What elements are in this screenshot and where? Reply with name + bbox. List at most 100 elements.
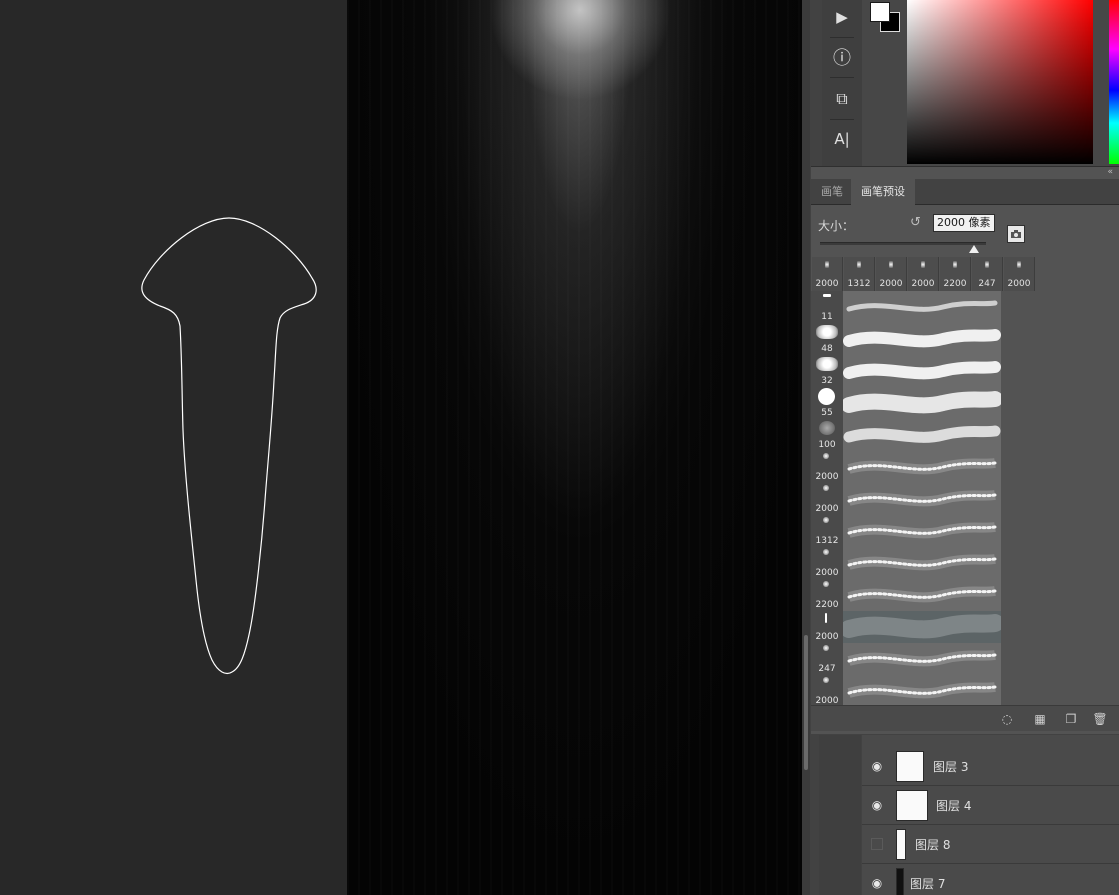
brush-tip-icon (818, 388, 835, 405)
brush-preset-row[interactable]: 2000 (811, 483, 1001, 515)
layer-row[interactable]: ◉ 图层 4 (862, 786, 1119, 825)
new-preset-icon[interactable]: ❐ (1063, 711, 1079, 727)
brush-size-label: 32 (821, 376, 833, 386)
recent-brush-size: 2000 (1007, 279, 1031, 289)
layers-left-strip (819, 735, 861, 895)
brush-stroke-preview (843, 483, 1001, 515)
brush-tip-thumbnail: 2000 (811, 483, 843, 515)
hue-slider[interactable] (1109, 0, 1119, 164)
visibility-eye-icon[interactable]: ◉ (870, 876, 884, 890)
visibility-eye-icon[interactable]: ◉ (870, 759, 884, 773)
brush-stroke-preview (843, 515, 1001, 547)
brush-tip-thumbnail: 2000 (811, 547, 843, 579)
brush-preset-row[interactable]: 1312 (811, 515, 1001, 547)
layer-row[interactable]: 图层 8 (862, 825, 1119, 864)
recent-brush-cell[interactable]: 2000 (876, 257, 907, 291)
brush-stroke-preview (843, 547, 1001, 579)
transform-icon[interactable]: ⧉ (826, 84, 858, 114)
recent-brush-cell[interactable]: 2200 (940, 257, 971, 291)
brush-preset-row[interactable]: 48 (811, 323, 1001, 355)
brush-tip-icon (823, 677, 829, 683)
brush-tip-icon (921, 261, 925, 268)
layer-name[interactable]: 图层 3 (933, 758, 968, 775)
size-slider-track[interactable] (820, 242, 986, 245)
character-icon[interactable]: A| (826, 124, 858, 154)
brush-preset-row[interactable]: 2000 (811, 547, 1001, 579)
brush-stroke-preview (843, 675, 1001, 707)
tab-brush[interactable]: 画笔 (811, 179, 853, 205)
brush-preset-row[interactable]: 2000 (811, 675, 1001, 707)
tab-brush-presets[interactable]: 画笔预设 (851, 179, 915, 205)
brush-tip-icon (857, 261, 861, 268)
recent-brush-size: 1312 (847, 279, 871, 289)
canvas-left-document[interactable] (0, 0, 347, 895)
brush-tip-thumbnail: 2200 (811, 579, 843, 611)
brush-size-label: 2000 (815, 504, 839, 514)
brush-preset-row[interactable]: 55 (811, 387, 1001, 419)
brush-tip-thumbnail: 2000 (811, 611, 843, 643)
grid-icon[interactable]: ▦ (1032, 711, 1048, 727)
toggle-visibility-icon[interactable]: ◌ (999, 711, 1015, 727)
brush-preset-row[interactable]: 2000 (811, 611, 1001, 643)
brush-preset-row[interactable]: 100 (811, 419, 1001, 451)
color-saturation-field[interactable] (907, 0, 1093, 164)
brush-tip-icon (816, 357, 838, 371)
size-input[interactable]: 2000 像素 (933, 214, 995, 232)
layer-name[interactable]: 图层 4 (936, 797, 971, 814)
brush-tip-icon (823, 645, 829, 651)
brush-tip-icon (823, 549, 829, 555)
recent-brush-cell[interactable]: 1312 (844, 257, 875, 291)
brush-stroke-preview (843, 419, 1001, 451)
brush-stroke-preview (843, 579, 1001, 611)
brush-tip-thumbnail: 2000 (811, 451, 843, 483)
brush-tip-icon (823, 294, 831, 297)
visibility-eye-icon[interactable]: ◉ (870, 798, 884, 812)
brush-preset-row[interactable]: 2000 (811, 451, 1001, 483)
brush-tip-thumbnail: 11 (811, 291, 843, 323)
layer-name[interactable]: 图层 7 (910, 875, 945, 892)
scroll-thumb[interactable] (804, 635, 808, 770)
recent-brush-cell[interactable]: 247 (972, 257, 1003, 291)
brush-size-label: 2000 (815, 632, 839, 642)
brush-tip-icon (823, 581, 829, 587)
brush-stroke-preview (843, 611, 1001, 643)
create-new-preset-icon[interactable] (1007, 225, 1025, 243)
brush-preset-row[interactable]: 32 (811, 355, 1001, 387)
brush-tip-icon (819, 421, 835, 435)
layer-name[interactable]: 图层 8 (915, 836, 950, 853)
layer-row[interactable]: ◉ 图层 3 (862, 747, 1119, 786)
layer-row[interactable]: ◉ 图层 7 (862, 864, 1119, 895)
play-icon[interactable]: ▶ (826, 2, 858, 32)
foreground-color-swatch[interactable] (870, 2, 890, 22)
collapse-panel-icon[interactable]: « (1107, 167, 1113, 177)
size-slider-thumb[interactable] (969, 245, 979, 253)
brush-preset-row[interactable]: 247 (811, 643, 1001, 675)
brush-tip-icon (825, 261, 829, 268)
recent-brush-size: 2000 (879, 279, 903, 289)
visibility-off-icon[interactable] (871, 838, 883, 850)
canvas-right-document[interactable] (347, 0, 802, 895)
brush-stroke-preview (843, 323, 1001, 355)
reset-size-icon[interactable]: ↺ (910, 216, 924, 230)
brush-tip-thumbnail: 48 (811, 323, 843, 355)
canvas-scrollbar[interactable] (802, 0, 810, 895)
trash-icon[interactable]: 🗑 (1092, 711, 1108, 727)
brush-size-label: 2200 (815, 600, 839, 610)
brush-preset-row[interactable]: 2200 (811, 579, 1001, 611)
brush-tip-thumbnail: 1312 (811, 515, 843, 547)
recent-brush-cell[interactable]: 2000 (1004, 257, 1035, 291)
brush-size-label: 247 (818, 664, 836, 674)
recent-brush-cell[interactable]: 2000 (908, 257, 939, 291)
brush-stroke-preview (843, 451, 1001, 483)
brush-tip-icon (823, 485, 829, 491)
brush-tip-icon (816, 325, 838, 339)
brush-preset-row[interactable]: 11 (811, 291, 1001, 323)
layer-thumbnail (896, 751, 924, 782)
brush-stroke-preview (843, 291, 1001, 323)
brush-size-label: 2000 (815, 472, 839, 482)
brush-tip-icon (953, 261, 957, 268)
brush-stroke-preview (843, 387, 1001, 419)
panel-footer: ◌ ▦ ❐ 🗑 (811, 705, 1119, 731)
recent-brush-cell[interactable]: 2000 (812, 257, 843, 291)
info-icon[interactable]: ⓘ (826, 42, 858, 72)
